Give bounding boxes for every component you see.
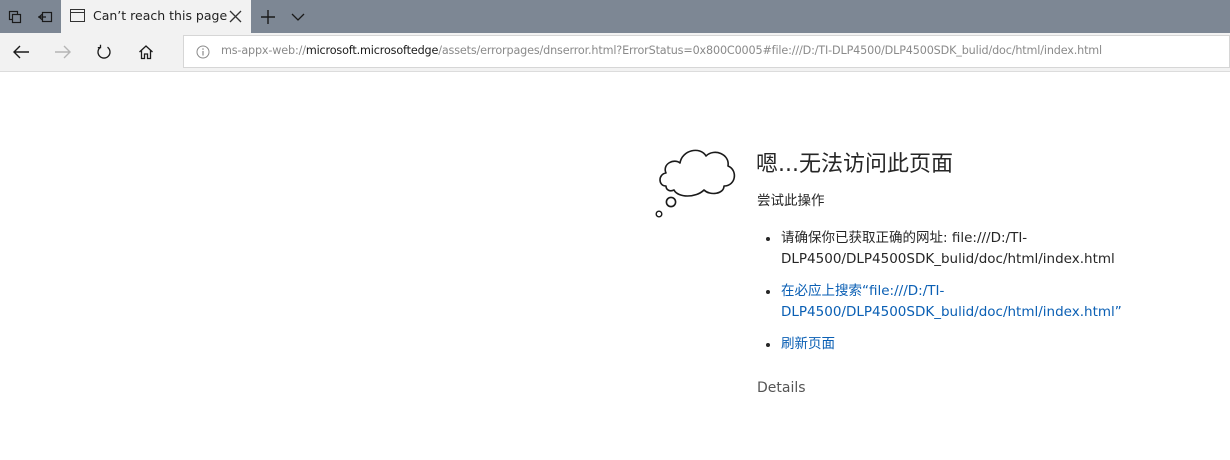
suggestion-text-line1: 请确保你已获取正确的网址: file:///D:/TI- bbox=[781, 230, 1028, 246]
url-scheme: ms-appx-web:// bbox=[221, 44, 306, 57]
close-tab-icon[interactable] bbox=[228, 9, 243, 24]
active-tab[interactable]: Can’t reach this page bbox=[61, 0, 251, 33]
error-subtitle: 尝试此操作 bbox=[757, 193, 825, 209]
home-icon bbox=[139, 45, 153, 60]
bullet bbox=[766, 290, 770, 294]
search-bing-link-line1[interactable]: 在必应上搜索“file:///D:/TI- bbox=[781, 281, 944, 302]
bullet bbox=[766, 343, 770, 347]
suggestion-search-bing[interactable]: 在必应上搜索“file:///D:/TI- DLP4500/DLP4500SDK… bbox=[766, 281, 1186, 323]
bullet bbox=[766, 237, 770, 241]
tab-actions-icon bbox=[8, 10, 22, 23]
page-icon bbox=[70, 9, 85, 22]
suggestion-text-line2: DLP4500/DLP4500SDK_bulid/doc/html/index.… bbox=[781, 251, 1115, 267]
navigation-bar: ms-appx-web://microsoft.microsoftedge/as… bbox=[0, 33, 1230, 72]
suggestion-refresh[interactable]: 刷新页面 bbox=[766, 334, 1186, 355]
info-icon[interactable] bbox=[196, 45, 210, 59]
refresh-button[interactable] bbox=[86, 37, 122, 67]
set-aside-tabs-button[interactable] bbox=[30, 0, 60, 33]
tab-strip: Can’t reach this page bbox=[0, 0, 1230, 33]
search-bing-link-line2[interactable]: DLP4500/DLP4500SDK_bulid/doc/html/index.… bbox=[781, 302, 1122, 323]
set-aside-icon bbox=[38, 11, 53, 22]
home-button[interactable] bbox=[128, 37, 164, 67]
address-bar[interactable]: ms-appx-web://microsoft.microsoftedge/as… bbox=[183, 35, 1230, 68]
refresh-page-link[interactable]: 刷新页面 bbox=[781, 334, 835, 355]
forward-arrow-icon bbox=[55, 45, 71, 59]
error-title: 嗯...无法访问此页面 bbox=[756, 152, 953, 177]
tab-actions-button[interactable] bbox=[0, 0, 30, 33]
chevron-down-icon bbox=[291, 13, 305, 21]
back-button[interactable] bbox=[3, 37, 39, 67]
plus-icon bbox=[261, 9, 275, 24]
suggestion-check-url: 请确保你已获取正确的网址: file:///D:/TI- DLP4500/DLP… bbox=[766, 228, 1186, 270]
forward-button[interactable] bbox=[45, 37, 81, 67]
new-tab-button[interactable] bbox=[253, 0, 283, 33]
url-text[interactable]: ms-appx-web://microsoft.microsoftedge/as… bbox=[221, 44, 1102, 57]
thought-cloud-icon bbox=[655, 149, 736, 218]
tab-preview-button[interactable] bbox=[283, 0, 313, 33]
url-path: /assets/errorpages/dnserror.html?ErrorSt… bbox=[438, 44, 1103, 57]
tab-title: Can’t reach this page bbox=[93, 8, 228, 23]
url-host: microsoft.microsoftedge bbox=[305, 44, 439, 57]
details-button[interactable]: Details bbox=[757, 380, 806, 396]
back-arrow-icon bbox=[13, 45, 29, 59]
refresh-icon bbox=[97, 44, 111, 59]
